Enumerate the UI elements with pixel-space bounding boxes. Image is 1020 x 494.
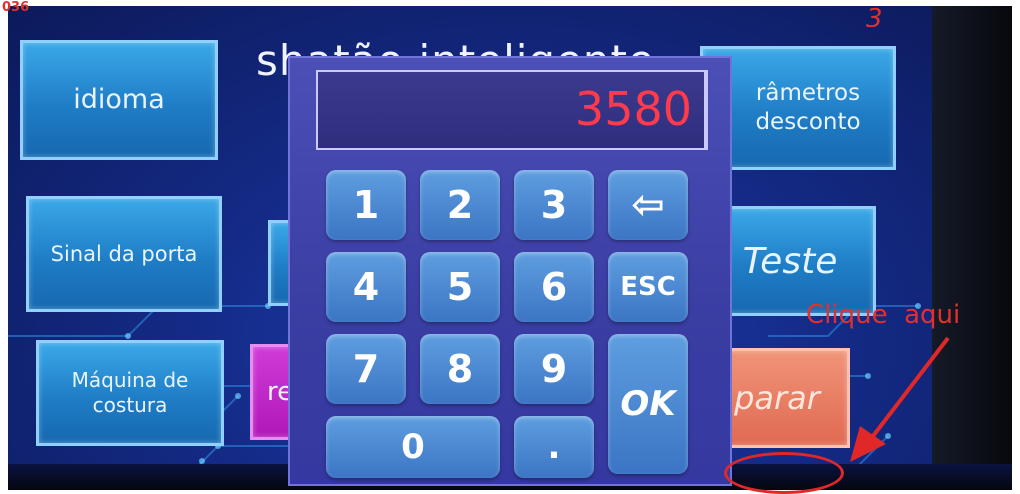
highlight-ellipse (724, 452, 844, 494)
esc-key[interactable]: ESC (608, 252, 688, 322)
corner-code: 036 (2, 0, 30, 15)
key-0[interactable]: 0 (326, 416, 500, 478)
backspace-key[interactable]: ⇦ (608, 170, 688, 240)
key-8[interactable]: 8 (420, 334, 500, 404)
sewing-machine-button[interactable]: Máquina de costura (36, 340, 224, 446)
arrow-icon (850, 336, 950, 462)
key-1[interactable]: 1 (326, 170, 406, 240)
keypad-display[interactable]: 3580 (316, 70, 708, 150)
language-button[interactable]: idioma (20, 40, 218, 160)
annotation-label: Clique aqui (806, 300, 961, 330)
ok-key[interactable]: OK (608, 334, 688, 474)
key-9[interactable]: 9 (514, 334, 594, 404)
key-5[interactable]: 5 (420, 252, 500, 322)
key-2[interactable]: 2 (420, 170, 500, 240)
key-4[interactable]: 4 (326, 252, 406, 322)
key-3[interactable]: 3 (514, 170, 594, 240)
key-7[interactable]: 7 (326, 334, 406, 404)
decimal-key[interactable]: . (514, 416, 594, 478)
key-6[interactable]: 6 (514, 252, 594, 322)
backspace-icon: ⇦ (631, 182, 665, 228)
numeric-keypad: 3580 1 2 3 ⇦ 4 5 6 ESC 7 8 9 OK 0 . (288, 56, 732, 486)
corner-number: 3 (866, 4, 883, 34)
door-signal-button[interactable]: Sinal da porta (26, 196, 222, 312)
